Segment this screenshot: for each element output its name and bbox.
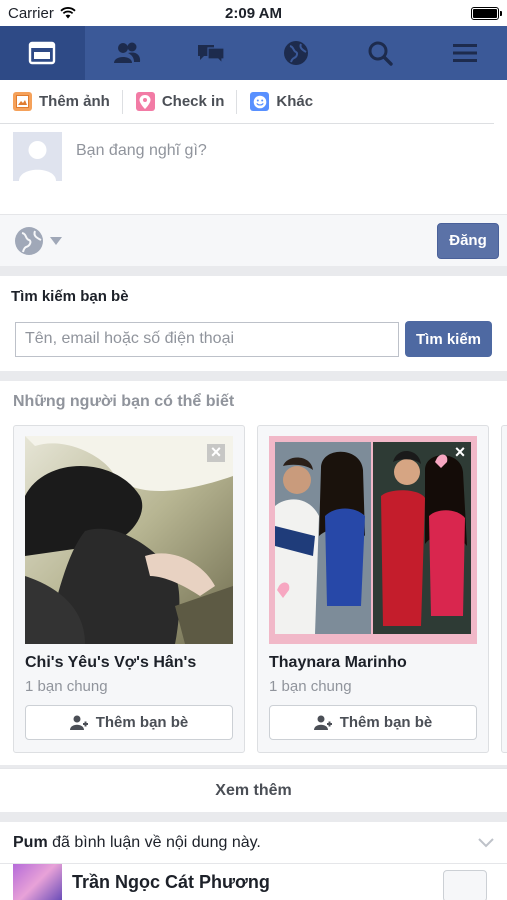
smiley-icon (250, 92, 270, 111)
see-more-button[interactable]: Xem thêm (0, 768, 507, 812)
feed-story: Pum đã bình luận về nội dung này. Trần N… (0, 822, 507, 900)
status-input[interactable]: Bạn đang nghĩ gì? (76, 132, 207, 206)
user-avatar (13, 132, 62, 181)
composer-actions: Thêm ảnh Check in Khác (0, 80, 494, 124)
globe-privacy-icon (15, 226, 43, 255)
profile-photo-image (269, 436, 477, 644)
people-you-may-know: Những người bạn có thể biết × Chi's Yêu'… (0, 381, 507, 765)
close-icon[interactable]: × (451, 443, 469, 462)
nav-messages[interactable] (169, 26, 254, 80)
search-icon (368, 41, 393, 66)
find-friends-search-row: Tên, email hoặc số điện thoại Tìm kiếm (11, 321, 496, 357)
mutual-friends-count[interactable]: 1 bạn chung (269, 678, 477, 695)
friends-icon (113, 42, 140, 63)
add-friend-button[interactable]: Thêm bạn bè (25, 705, 233, 740)
profile-photo[interactable]: × (269, 436, 477, 644)
add-photo-label: Thêm ảnh (39, 93, 110, 110)
messages-icon (198, 45, 225, 65)
post-button[interactable]: Đăng (437, 222, 499, 259)
mutual-friends-count[interactable]: 1 bạn chung (25, 678, 233, 695)
add-friend-label: Thêm bạn bè (95, 714, 189, 731)
composer-footer: Đăng (0, 214, 507, 266)
person-name[interactable]: Thaynara Marinho (269, 654, 477, 672)
nav-friend-requests[interactable] (85, 26, 170, 80)
add-friend-icon (313, 715, 332, 730)
pymk-card[interactable]: × Chi's Yêu's Vợ's Hân's 1 bạn chung Thê… (13, 425, 245, 753)
find-friends-title: Tìm kiếm bạn bè (11, 288, 129, 305)
top-navigation-bar (0, 26, 507, 80)
pymk-title: Những người bạn có thể biết (13, 393, 235, 410)
photo-icon (13, 92, 32, 111)
status-composer: Thêm ảnh Check in Khác Bạn đang nghĩ gì?… (0, 80, 507, 266)
chevron-down-icon[interactable] (478, 837, 494, 848)
author-name[interactable]: Trần Ngọc Cát Phương (72, 872, 270, 893)
nav-more[interactable] (423, 26, 507, 80)
profile-photo-image (25, 436, 233, 644)
wifi-icon (60, 7, 76, 19)
menu-icon (452, 44, 477, 62)
status-bar: Carrier 2:09 AM (0, 0, 507, 26)
location-pin-icon (135, 92, 155, 111)
person-name[interactable]: Chi's Yêu's Vợ's Hân's (25, 654, 233, 672)
battery-icon (471, 6, 502, 20)
find-friends-section: Tìm kiếm bạn bè Tên, email hoặc số điện … (0, 276, 507, 371)
story-activity-text: Pum đã bình luận về nội dung này. (13, 834, 261, 852)
section-divider (0, 266, 507, 276)
composer-input-row[interactable]: Bạn đang nghĩ gì? (0, 124, 507, 214)
nav-search[interactable] (338, 26, 423, 80)
author-avatar[interactable] (13, 864, 62, 900)
pymk-card[interactable]: × Thaynara Marinho 1 bạn chung Thêm bạn … (257, 425, 489, 753)
carrier-label: Carrier (8, 4, 54, 22)
more-options-label: Khác (276, 93, 314, 110)
check-in-button[interactable]: Check in (135, 89, 238, 114)
story-actor[interactable]: Pum (13, 834, 48, 851)
default-avatar-icon (13, 132, 62, 181)
add-friend-label: Thêm bạn bè (339, 714, 433, 731)
story-header: Pum đã bình luận về nội dung này. (0, 822, 507, 864)
pymk-cards: × Chi's Yêu's Vợ's Hân's 1 bạn chung Thê… (13, 425, 507, 753)
profile-photo[interactable]: × (25, 436, 233, 644)
author-action-button[interactable] (443, 870, 487, 900)
section-divider (0, 371, 507, 381)
nav-news-feed[interactable] (0, 26, 85, 80)
privacy-selector[interactable] (14, 226, 62, 256)
news-feed-icon (29, 41, 56, 65)
close-icon[interactable]: × (207, 443, 225, 462)
battery-level (473, 8, 497, 18)
friend-search-input[interactable]: Tên, email hoặc số điện thoại (15, 321, 399, 357)
add-friend-button[interactable]: Thêm bạn bè (269, 705, 477, 740)
story-author-row: Trần Ngọc Cát Phương (0, 864, 507, 900)
carrier-info: Carrier (8, 5, 76, 22)
add-photo-button[interactable]: Thêm ảnh (13, 89, 123, 114)
status-time: 2:09 AM (225, 4, 282, 22)
check-in-label: Check in (161, 93, 225, 110)
section-divider (0, 812, 507, 822)
pymk-card-partial[interactable] (501, 425, 507, 753)
friend-search-button[interactable]: Tìm kiếm (405, 321, 492, 357)
chevron-down-icon (50, 236, 62, 245)
nav-notifications[interactable] (254, 26, 339, 80)
more-options-button[interactable]: Khác (250, 90, 325, 114)
add-friend-icon (69, 715, 88, 730)
story-action: đã bình luận về nội dung này. (47, 833, 261, 851)
globe-icon (283, 41, 308, 65)
